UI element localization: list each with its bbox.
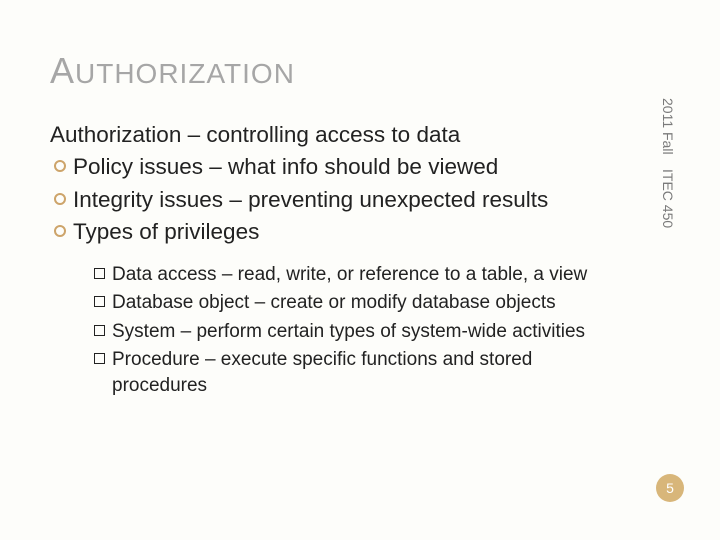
lead-line: Authorization – controlling access to da… — [50, 120, 610, 150]
sub-item: Procedure – execute specific functions a… — [94, 347, 610, 398]
sublist: Data access – read, write, or reference … — [94, 262, 610, 399]
sub-text: Data access – read, write, or reference … — [112, 262, 587, 288]
ring-bullet-icon — [54, 160, 66, 172]
ring-bullet-icon — [54, 193, 66, 205]
slide-title: AUTHORIZATION — [50, 50, 650, 92]
page-number-badge: 5 — [656, 474, 684, 502]
slide: AUTHORIZATION Authorization – controllin… — [0, 0, 720, 540]
ring-bullet-icon — [54, 225, 66, 237]
bullet-text: Types of privileges — [73, 217, 259, 247]
bullet-text: Integrity issues – preventing unexpected… — [73, 185, 548, 215]
sidebar-course: ITEC 450 — [660, 169, 676, 228]
sidebar: 2011 Fall ITEC 450 — [660, 98, 680, 328]
square-bullet-icon — [94, 325, 105, 336]
square-bullet-icon — [94, 268, 105, 279]
page-number: 5 — [666, 480, 674, 496]
square-bullet-icon — [94, 353, 105, 364]
sidebar-term: 2011 Fall — [660, 98, 676, 155]
title-first-letter: A — [50, 50, 75, 91]
bullet-item: Integrity issues – preventing unexpected… — [54, 185, 610, 215]
sub-item: Data access – read, write, or reference … — [94, 262, 610, 288]
bullet-item: Types of privileges — [54, 217, 610, 247]
sub-text: Database object – create or modify datab… — [112, 290, 556, 316]
square-bullet-icon — [94, 296, 105, 307]
sub-item: System – perform certain types of system… — [94, 319, 610, 345]
title-rest: UTHORIZATION — [75, 58, 295, 89]
sub-item: Database object – create or modify datab… — [94, 290, 610, 316]
bullet-text: Policy issues – what info should be view… — [73, 152, 498, 182]
bullet-item: Policy issues – what info should be view… — [54, 152, 610, 182]
sub-text: System – perform certain types of system… — [112, 319, 585, 345]
content-block: Authorization – controlling access to da… — [50, 120, 610, 399]
sub-text: Procedure – execute specific functions a… — [112, 347, 610, 398]
